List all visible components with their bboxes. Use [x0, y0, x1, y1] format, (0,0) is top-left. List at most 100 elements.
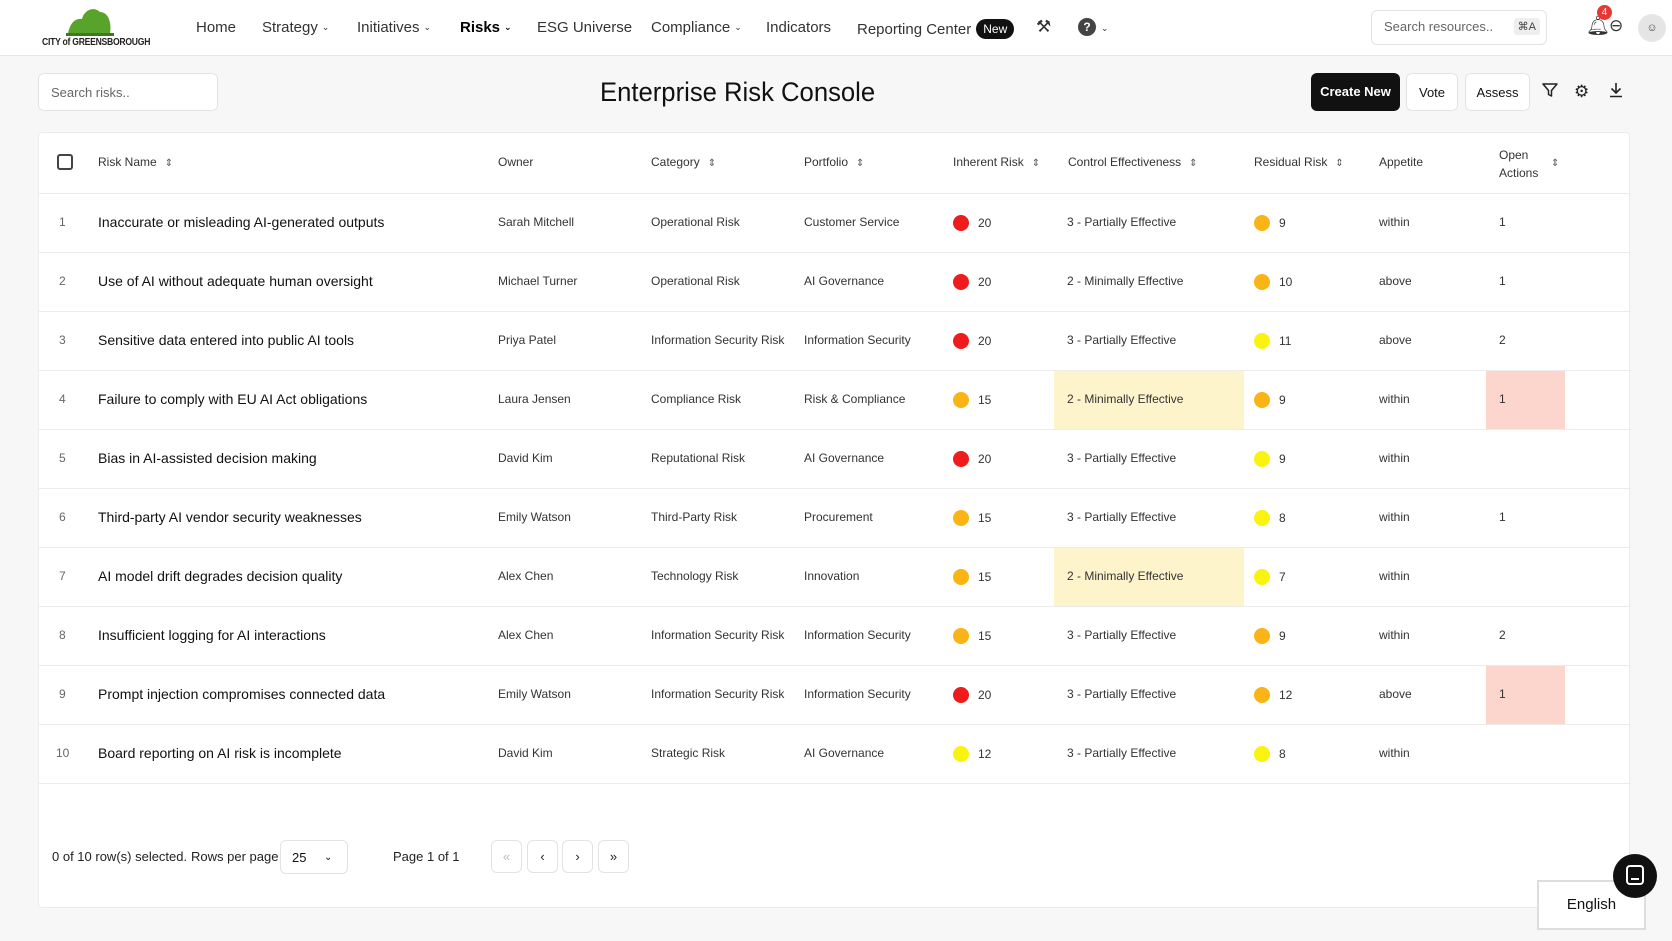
- chevron-down-icon[interactable]: ⌄: [1101, 23, 1109, 34]
- resource-search-input[interactable]: [1384, 19, 1514, 34]
- risk-owner: Michael Turner: [498, 274, 578, 288]
- risk-name[interactable]: Sensitive data entered into public AI to…: [98, 332, 354, 348]
- prev-page-button[interactable]: ‹: [527, 840, 558, 873]
- rows-per-page-select[interactable]: 25 ⌄: [280, 840, 348, 874]
- col-open-actions[interactable]: Open Actions: [1499, 146, 1538, 182]
- nav-reporting-center[interactable]: Reporting Center New: [857, 19, 1015, 39]
- risk-name[interactable]: Prompt injection compromises connected d…: [98, 686, 385, 702]
- risk-category: Information Security Risk: [651, 687, 785, 701]
- residual-risk-value: 12: [1279, 688, 1293, 702]
- download-icon[interactable]: [1608, 82, 1624, 103]
- city-logo[interactable]: CITY of GREENSBOROUGH: [42, 4, 150, 50]
- risk-level-dot: [953, 215, 969, 231]
- control-effectiveness: 3 - Partially Effective: [1067, 451, 1177, 465]
- risk-search-input[interactable]: [51, 85, 201, 100]
- table-row[interactable]: 10 Board reporting on AI risk is incomple…: [39, 725, 1631, 784]
- assess-button[interactable]: Assess: [1465, 73, 1530, 111]
- help-icon[interactable]: ?: [1078, 18, 1096, 36]
- risk-category: Third-Party Risk: [651, 510, 738, 524]
- table-row[interactable]: 1 Inaccurate or misleading AI-generated o…: [39, 194, 1631, 253]
- risk-portfolio: Risk & Compliance: [804, 392, 906, 406]
- risk-name[interactable]: Insufficient logging for AI interactions: [98, 627, 326, 643]
- risk-name[interactable]: Inaccurate or misleading AI-generated ou…: [98, 214, 384, 230]
- col-control-effectiveness[interactable]: Control Effectiveness ⇕: [1068, 155, 1198, 169]
- col-risk-name[interactable]: Risk Name ⇕: [98, 155, 173, 169]
- inherent-risk: 15: [953, 628, 991, 644]
- table-row[interactable]: 7 AI model drift degrades decision qualit…: [39, 548, 1631, 607]
- risk-search[interactable]: [38, 73, 218, 111]
- nav-strategy[interactable]: Strategy ⌄: [262, 19, 329, 36]
- risk-level-dot: [1254, 628, 1270, 644]
- risk-level-dot: [953, 333, 969, 349]
- risk-name[interactable]: Third-party AI vendor security weaknesse…: [98, 509, 362, 525]
- table-row[interactable]: 5 Bias in AI-assisted decision making Davi…: [39, 430, 1631, 489]
- resource-search[interactable]: ⌘A: [1371, 10, 1547, 45]
- last-page-button[interactable]: »: [598, 840, 629, 873]
- residual-risk-value: 8: [1279, 747, 1286, 761]
- residual-risk: 9: [1254, 628, 1286, 644]
- sort-icon[interactable]: ⇕: [165, 158, 173, 169]
- chevron-down-icon: ⌄: [321, 22, 330, 32]
- table-row[interactable]: 6 Third-party AI vendor security weakness…: [39, 489, 1631, 548]
- risk-level-dot: [953, 451, 969, 467]
- table-row[interactable]: 8 Insufficient logging for AI interaction…: [39, 607, 1631, 666]
- table-row[interactable]: 3 Sensitive data entered into public AI t…: [39, 312, 1631, 371]
- sort-icon[interactable]: ⇕: [708, 158, 716, 169]
- rows-per-page-label: Rows per page: [191, 849, 279, 864]
- filter-icon[interactable]: [1542, 82, 1558, 103]
- table-row[interactable]: 9 Prompt injection compromises connected …: [39, 666, 1631, 725]
- create-new-button[interactable]: Create New: [1311, 73, 1400, 111]
- inherent-risk: 20: [953, 274, 991, 290]
- risk-name[interactable]: AI model drift degrades decision quality: [98, 568, 342, 584]
- control-effectiveness: 3 - Partially Effective: [1067, 687, 1177, 701]
- sort-icon[interactable]: ⇕: [1335, 158, 1343, 169]
- table-row[interactable]: 4 Failure to comply with EU AI Act obliga…: [39, 371, 1631, 430]
- inherent-risk: 15: [953, 569, 991, 585]
- risk-name[interactable]: Bias in AI-assisted decision making: [98, 450, 317, 466]
- col-portfolio[interactable]: Portfolio ⇕: [804, 155, 864, 169]
- inherent-risk: 15: [953, 392, 991, 408]
- sort-icon[interactable]: ⇕: [1189, 158, 1197, 169]
- sort-icon[interactable]: ⇕: [1551, 155, 1559, 169]
- risk-category: Information Security Risk: [651, 628, 785, 642]
- sort-icon[interactable]: ⇕: [1032, 158, 1040, 169]
- open-actions: 1: [1499, 510, 1506, 524]
- nav-compliance[interactable]: Compliance ⌄: [651, 19, 742, 36]
- nav-home[interactable]: Home: [196, 19, 236, 36]
- select-all-checkbox[interactable]: [57, 154, 73, 170]
- risk-level-dot: [1254, 746, 1270, 762]
- risk-name[interactable]: Board reporting on AI risk is incomplete: [98, 745, 342, 761]
- basket-icon[interactable]: ⊖: [1609, 16, 1623, 36]
- risk-appetite: within: [1379, 451, 1410, 465]
- nav-risks[interactable]: Risks ⌄: [460, 19, 512, 36]
- first-page-button[interactable]: «: [491, 840, 522, 873]
- nav-indicators[interactable]: Indicators: [766, 19, 831, 36]
- gear-icon[interactable]: ⚙: [1574, 82, 1589, 102]
- nav-esg-universe[interactable]: ESG Universe: [537, 19, 632, 36]
- nav-risks-label: Risks: [460, 19, 501, 36]
- col-residual-risk[interactable]: Residual Risk ⇕: [1254, 155, 1344, 169]
- risk-name[interactable]: Failure to comply with EU AI Act obligat…: [98, 391, 367, 407]
- top-navigation: CITY of GREENSBOROUGH Home Strategy ⌄ Ini…: [0, 0, 1672, 56]
- col-inherent-risk[interactable]: Inherent Risk ⇕: [953, 155, 1040, 169]
- row-index: 2: [59, 274, 66, 288]
- residual-risk-value: 9: [1279, 452, 1286, 466]
- chat-button[interactable]: [1613, 854, 1657, 898]
- vote-button[interactable]: Vote: [1406, 73, 1458, 111]
- table-row[interactable]: 2 Use of AI without adequate human oversi…: [39, 253, 1631, 312]
- chevron-down-icon: ⌄: [423, 22, 432, 32]
- next-page-button[interactable]: ›: [562, 840, 593, 873]
- residual-risk-value: 11: [1279, 334, 1292, 348]
- sort-icon[interactable]: ⇕: [856, 158, 864, 169]
- risk-category: Information Security Risk: [651, 333, 785, 347]
- magic-wand-icon[interactable]: ⚒: [1036, 17, 1051, 37]
- residual-risk: 8: [1254, 510, 1286, 526]
- row-index: 5: [59, 451, 66, 465]
- risk-name[interactable]: Use of AI without adequate human oversig…: [98, 273, 373, 289]
- nav-initiatives[interactable]: Initiatives ⌄: [357, 19, 431, 36]
- col-category[interactable]: Category ⇕: [651, 155, 716, 169]
- residual-risk-value: 9: [1279, 629, 1286, 643]
- residual-risk: 9: [1254, 451, 1286, 467]
- avatar[interactable]: ☺: [1638, 14, 1666, 42]
- risk-category: Operational Risk: [651, 215, 740, 229]
